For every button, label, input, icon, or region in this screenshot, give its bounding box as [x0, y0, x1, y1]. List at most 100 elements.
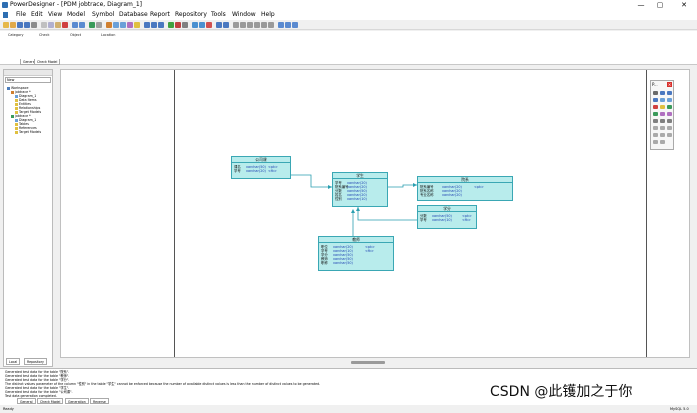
column-check[interactable]: Check	[39, 33, 49, 37]
check-in-icon[interactable]	[192, 22, 198, 28]
note-tool-icon[interactable]	[653, 126, 658, 130]
window-icon[interactable]	[254, 22, 260, 28]
tab-output-reverse[interactable]: Reverse	[90, 398, 109, 404]
generate-icon[interactable]	[113, 22, 119, 28]
palette-close-button[interactable]: ×	[667, 82, 672, 87]
reverse-icon[interactable]	[120, 22, 126, 28]
database-icon[interactable]	[216, 22, 222, 28]
zoom-in-icon[interactable]	[144, 22, 150, 28]
menu-report[interactable]: Report	[150, 10, 170, 20]
horizontal-scrollbar-thumb[interactable]	[351, 361, 385, 364]
arc-tool-icon[interactable]	[667, 126, 672, 130]
tile-icon[interactable]	[261, 22, 267, 28]
check-out-icon[interactable]	[199, 22, 205, 28]
tab-output-general[interactable]: General	[17, 398, 36, 404]
minimize-button[interactable]: —	[633, 0, 649, 10]
cascade-icon[interactable]	[268, 22, 274, 28]
new-dropdown[interactable]: New	[5, 77, 51, 83]
table-course[interactable]: 公司课 课名 varchar(50) <pk> 学号 varchar(20) <fk>	[231, 156, 291, 179]
polyline-tool-icon[interactable]	[667, 133, 672, 137]
output-toggle-icon[interactable]	[285, 22, 291, 28]
grid-icon[interactable]	[247, 22, 253, 28]
app-menu-icon[interactable]	[3, 12, 8, 18]
table-teacher[interactable]: 教师 职位 varchar(20) <pk> 学号 varchar(10) <fk> 学…	[318, 236, 394, 271]
result-list-icon[interactable]	[292, 22, 298, 28]
repository-icon[interactable]	[182, 22, 188, 28]
package-tool-icon[interactable]	[660, 105, 665, 109]
compare-icon[interactable]	[127, 22, 133, 28]
menu-edit[interactable]: Edit	[31, 10, 43, 20]
menu-database[interactable]: Database	[119, 10, 148, 20]
layout-icon[interactable]	[233, 22, 239, 28]
save-icon[interactable]	[17, 22, 23, 28]
menu-repository[interactable]: Repository	[175, 10, 207, 20]
table-department[interactable]: 院系 院系编号 varchar(20) <pk> 院系名称 varchar(20) 专…	[417, 176, 513, 201]
menu-tools[interactable]: Tools	[211, 10, 226, 20]
tab-output-generation[interactable]: Generation	[65, 398, 89, 404]
link-tool-icon[interactable]	[667, 119, 672, 123]
reference-tool-icon[interactable]	[660, 112, 665, 116]
tab-check-model[interactable]: Check Model	[34, 59, 61, 65]
file-tool-icon[interactable]	[660, 119, 665, 123]
diagram-canvas[interactable]: 公司课 课名 varchar(50) <pk> 学号 varchar(20) <fk> …	[60, 69, 690, 358]
delete-icon[interactable]	[62, 22, 68, 28]
tick-icon[interactable]	[168, 22, 174, 28]
table-tool-icon[interactable]	[667, 105, 672, 109]
impact-icon[interactable]	[206, 22, 212, 28]
ellipse-tool-icon[interactable]	[660, 133, 665, 137]
column-location[interactable]: Location	[101, 33, 115, 37]
menu-file[interactable]: File	[16, 10, 26, 20]
print-icon[interactable]	[31, 22, 37, 28]
open-diagram-tool-icon[interactable]	[660, 98, 665, 102]
line-tool-icon[interactable]	[660, 126, 665, 130]
grabber-tool-icon[interactable]	[660, 91, 665, 95]
view-tool-icon[interactable]	[653, 112, 658, 116]
column-row[interactable]: 职称 varchar(50)	[321, 261, 365, 265]
find-icon[interactable]	[96, 22, 102, 28]
maximize-button[interactable]: ▢	[652, 0, 668, 10]
column-object[interactable]: Object	[70, 33, 81, 37]
tab-output-check-model[interactable]: Check Model	[37, 398, 64, 404]
tab-repository[interactable]: Repository	[24, 358, 47, 365]
paste-icon[interactable]	[55, 22, 61, 28]
menu-model[interactable]: Model	[67, 10, 85, 20]
table-credit[interactable]: 学分 分数 varchar(50) <pk> 学号 varchar(10) <fk>	[417, 205, 477, 229]
new-icon[interactable]	[3, 22, 9, 28]
rectangle-tool-icon[interactable]	[653, 133, 658, 137]
browser-toggle-icon[interactable]	[278, 22, 284, 28]
copy-icon[interactable]	[48, 22, 54, 28]
menu-help[interactable]: Help	[261, 10, 275, 20]
zoom-out-tool-icon[interactable]	[653, 98, 658, 102]
zoom-in-tool-icon[interactable]	[667, 91, 672, 95]
polygon-tool-icon[interactable]	[660, 140, 665, 144]
zoom-fit-icon[interactable]	[158, 22, 164, 28]
properties-tool-icon[interactable]	[667, 98, 672, 102]
tab-local[interactable]: Local	[6, 358, 21, 365]
column-row[interactable]: 学号 varchar(10) <fk>	[420, 218, 471, 222]
column-category[interactable]: Category	[8, 33, 24, 37]
procedure-tool-icon[interactable]	[653, 119, 658, 123]
pointer-tool-icon[interactable]	[653, 91, 658, 95]
open-icon[interactable]	[10, 22, 16, 28]
redo-icon[interactable]	[79, 22, 85, 28]
align-icon[interactable]	[240, 22, 246, 28]
close-button[interactable]: ✕	[676, 0, 692, 10]
menu-view[interactable]: View	[48, 10, 62, 20]
delete-tool-icon[interactable]	[653, 105, 658, 109]
view-reference-tool-icon[interactable]	[667, 112, 672, 116]
tree-item-pdm-target-models[interactable]: Target Models	[15, 130, 41, 134]
menu-symbol[interactable]: Symbol	[92, 10, 114, 20]
save-all-icon[interactable]	[24, 22, 30, 28]
sql-preview-icon[interactable]	[223, 22, 229, 28]
column-row[interactable]: 专业名称 varchar(20)	[420, 193, 474, 197]
column-row[interactable]: 性别 varchar(10)	[335, 197, 369, 201]
cut-icon[interactable]	[41, 22, 47, 28]
merge-icon[interactable]	[134, 22, 140, 28]
undo-icon[interactable]	[72, 22, 78, 28]
menu-window[interactable]: Window	[232, 10, 256, 20]
report-icon[interactable]	[175, 22, 181, 28]
check-model-icon[interactable]	[106, 22, 112, 28]
properties-icon[interactable]	[89, 22, 95, 28]
zoom-out-icon[interactable]	[151, 22, 157, 28]
text-tool-icon[interactable]	[653, 140, 658, 144]
